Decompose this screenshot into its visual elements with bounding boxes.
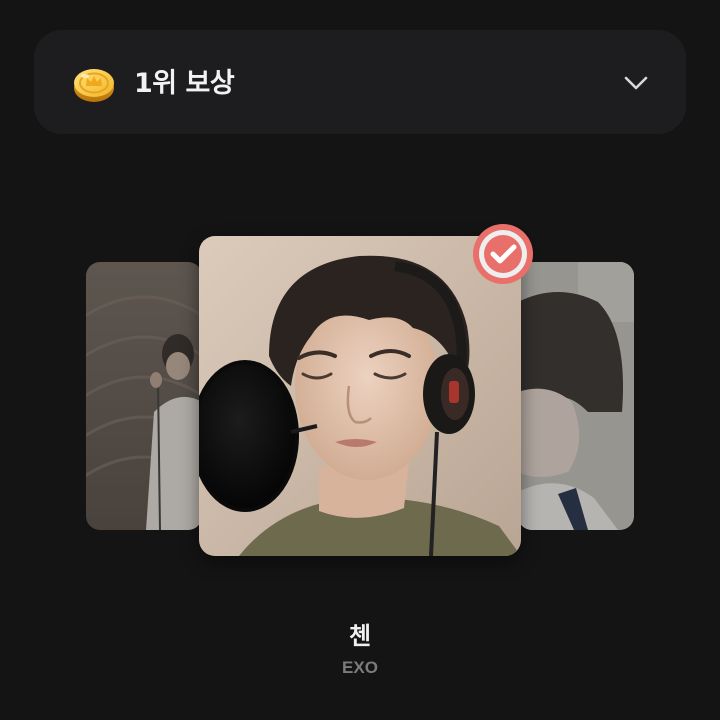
check-circle-icon <box>473 224 533 284</box>
screen: 1위 보상 첸 EXO <box>0 0 720 720</box>
previous-artist-dim-overlay <box>86 262 202 530</box>
next-artist-card[interactable] <box>518 262 634 530</box>
artist-carousel <box>0 0 720 720</box>
previous-artist-card[interactable] <box>86 262 202 530</box>
next-artist-dim-overlay <box>518 262 634 530</box>
artist-name: 첸 <box>348 622 372 650</box>
artist-group: EXO <box>342 658 378 677</box>
